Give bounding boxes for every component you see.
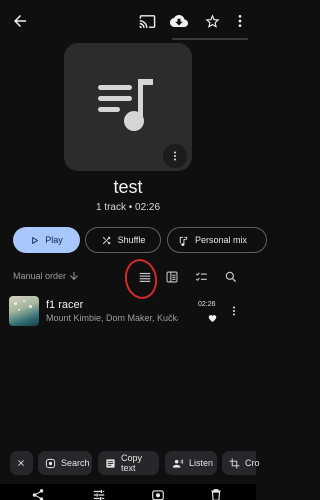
bottom-system-bar — [0, 484, 256, 500]
crop-icon — [229, 457, 240, 469]
copy-text-button[interactable]: Copy text — [98, 451, 159, 475]
listen-icon — [172, 458, 184, 468]
playlist-title: test — [113, 177, 143, 197]
top-app-bar — [0, 0, 256, 42]
artwork-more-button[interactable] — [163, 144, 187, 168]
close-icon — [18, 460, 24, 466]
track-thumbnail — [9, 296, 39, 326]
sort-order-label[interactable]: Manual order — [13, 271, 66, 281]
red-circle-annotation — [121, 256, 161, 302]
crop-button[interactable]: Cro — [222, 451, 260, 475]
crop-label: Cro — [245, 458, 260, 468]
copy-text-label: Copy text — [121, 453, 143, 473]
track-row[interactable]: f1 racer Mount Kimbie, Dom Maker, Kučka … — [0, 296, 256, 328]
search-icon[interactable] — [224, 270, 238, 284]
back-arrow-icon[interactable] — [8, 9, 32, 33]
shuffle-icon — [102, 236, 110, 244]
playlist-subtitle: 1 track • 02:26 — [95, 202, 161, 213]
shuffle-button[interactable]: Shuffle — [85, 227, 161, 253]
personal-mix-button[interactable]: Personal mix — [167, 227, 267, 253]
play-button[interactable]: Play — [13, 227, 80, 253]
cast-icon[interactable] — [135, 9, 159, 33]
checklist-icon[interactable] — [194, 270, 209, 284]
playlist-music-icon — [98, 79, 153, 131]
search-chip-label: Search — [61, 458, 90, 468]
playlist-artwork — [64, 43, 192, 171]
arrow-down-icon[interactable] — [68, 269, 80, 283]
track-more-icon[interactable] — [228, 304, 240, 318]
share-icon[interactable] — [30, 488, 46, 500]
search-underline — [172, 38, 248, 40]
close-button[interactable] — [10, 451, 33, 475]
lens-search-button[interactable]: Search — [38, 451, 92, 475]
detailed-list-icon[interactable] — [165, 270, 179, 284]
more-vert-icon — [174, 151, 176, 161]
mix-icon — [179, 236, 188, 246]
star-icon[interactable] — [200, 9, 224, 33]
listen-label: Listen — [189, 458, 214, 468]
track-artist: Mount Kimbie, Dom Maker, Kučka • — [46, 313, 178, 323]
tune-icon[interactable] — [91, 488, 107, 500]
heart-icon[interactable] — [208, 314, 217, 323]
track-duration: 02:26 — [198, 301, 216, 308]
lens-action-bar: Search Copy text Listen Cro — [0, 451, 260, 477]
track-title: f1 racer — [46, 299, 84, 311]
delete-icon[interactable] — [208, 488, 224, 500]
lens-icon — [45, 458, 56, 468]
more-vert-icon[interactable] — [228, 9, 252, 33]
play-icon — [32, 236, 39, 244]
cloud-download-icon[interactable] — [167, 9, 191, 33]
listen-button[interactable]: Listen — [165, 451, 217, 475]
personal-mix-label: Personal mix — [195, 235, 248, 245]
lens-camera-icon[interactable] — [150, 488, 166, 500]
play-label: Play — [45, 235, 63, 245]
text-icon — [106, 458, 115, 468]
shuffle-label: Shuffle — [117, 235, 146, 245]
